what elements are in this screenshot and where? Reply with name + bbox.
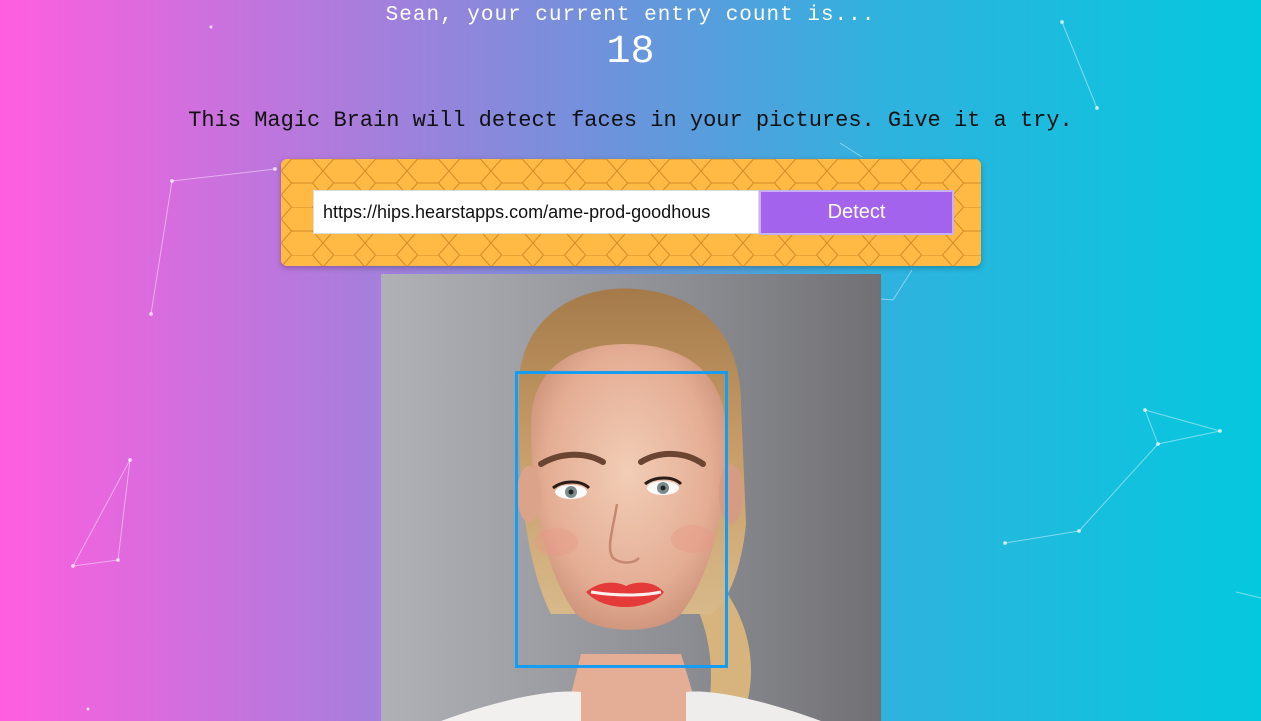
face-photo	[381, 274, 881, 721]
image-url-input[interactable]	[313, 190, 759, 234]
app-tagline: This Magic Brain will detect faces in yo…	[188, 108, 1073, 133]
entry-count-greeting: Sean, your current entry count is...	[385, 4, 876, 27]
image-url-form-panel: Detect	[281, 159, 981, 266]
face-bounding-box	[515, 371, 728, 668]
detect-button[interactable]: Detect	[759, 190, 954, 235]
entry-count-value: 18	[606, 30, 655, 75]
